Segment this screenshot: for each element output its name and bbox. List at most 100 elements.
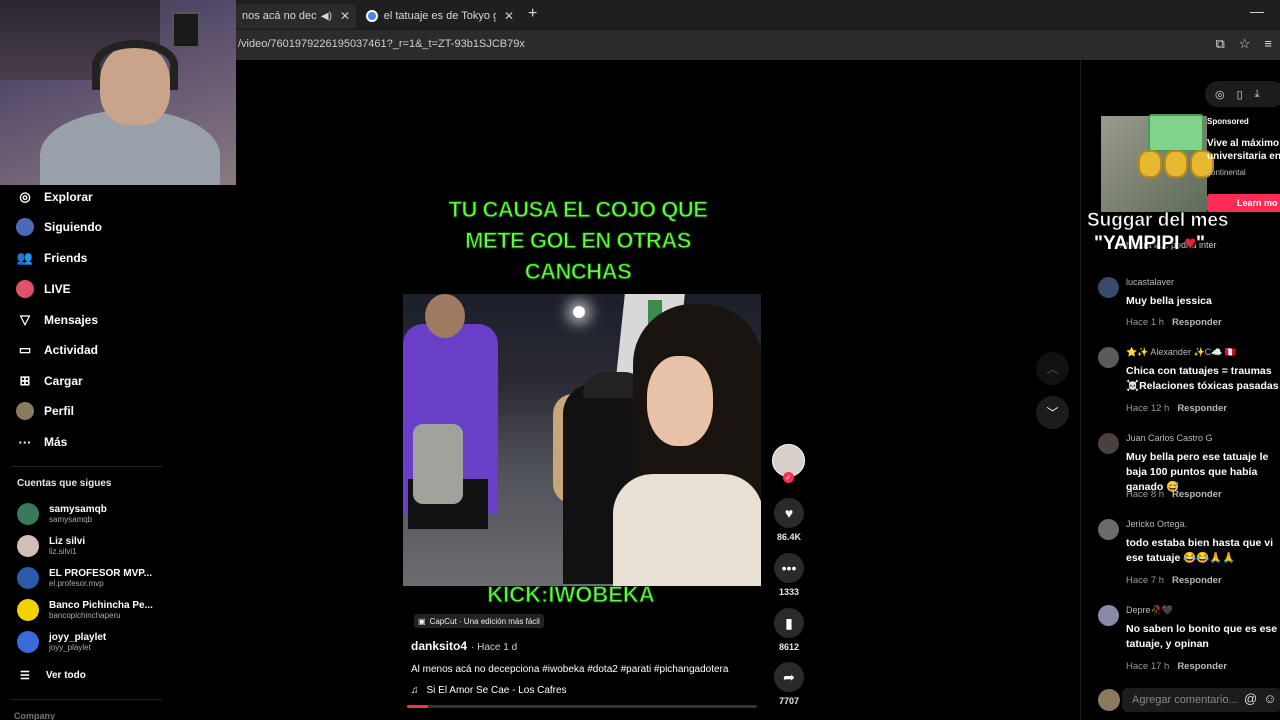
chevron-down-icon: ﹀: [1046, 406, 1059, 420]
like-action[interactable]: ♥ 86.4K: [772, 498, 806, 542]
account-handle: samysamqb: [49, 515, 93, 524]
profile-icon: [16, 402, 34, 420]
company-link[interactable]: Company: [14, 711, 55, 720]
music-title: Si El Amor Se Cae - Los Cafres: [426, 685, 567, 696]
comment-username[interactable]: lucastalaver: [1126, 277, 1174, 287]
nav-perfil[interactable]: Perfil: [16, 402, 74, 420]
nav-cargar[interactable]: ⊞ Cargar: [16, 372, 83, 390]
install-icon[interactable]: ⧉: [1215, 36, 1224, 52]
left-sidebar: ◎ Explorar Siguiendo 👥 Friends LIVE ▽ Me…: [0, 185, 170, 720]
following-account[interactable]: EL PROFESOR MVP... el.profesor.mvp: [17, 567, 152, 589]
nav-actividad[interactable]: ▭ Actividad: [16, 341, 98, 359]
emoji-icon[interactable]: ☺: [1263, 691, 1276, 706]
nav-mensajes[interactable]: ▽ Mensajes: [16, 311, 98, 329]
comment-username[interactable]: Juan Carlos Castro G: [1126, 433, 1213, 443]
coins-icon: [1138, 150, 1218, 180]
nav-live[interactable]: LIVE: [16, 280, 71, 298]
music-link[interactable]: ♫ Si El Amor Se Cae - Los Cafres: [411, 685, 567, 696]
video-description: Al menos acá no decepciona #iwobeka #dot…: [411, 664, 729, 675]
avatar[interactable]: [1098, 519, 1119, 540]
avatar[interactable]: [1098, 433, 1119, 454]
comment-username[interactable]: Depre🥀🖤: [1126, 605, 1173, 616]
extensions-icon[interactable]: ≡: [1264, 36, 1272, 52]
reply-button[interactable]: Responder: [1172, 317, 1222, 328]
avatar: [17, 631, 39, 653]
following-account[interactable]: Liz silvi liz.silvi1: [17, 535, 85, 557]
avatar[interactable]: [1098, 605, 1119, 626]
nav-friends[interactable]: 👥 Friends: [16, 249, 87, 267]
url-field[interactable]: /video/7601979226195037461?_r=1&_t=ZT-93…: [238, 38, 525, 50]
nav-label: Más: [44, 435, 68, 449]
capcut-icon: ▣: [418, 616, 426, 626]
new-tab-button[interactable]: +: [528, 5, 537, 23]
comment-item: ⭐✨ Alexander ✨C☁️ 🇵🇪 Chica con tatuajes …: [1098, 347, 1280, 422]
comment-text: Chica con tatuajes = traumas ☠️Relacione…: [1126, 365, 1279, 392]
comment-count: 1333: [778, 587, 800, 597]
download-icon[interactable]: ⤓: [1255, 88, 1260, 101]
tab-inactive[interactable]: el tatuaje es de Tokyo ghoul ar ✕: [360, 4, 520, 28]
ad-title: Vive al máximo universitaria en: [1207, 138, 1280, 162]
share-arrow-icon[interactable]: ➦: [774, 662, 804, 692]
compass-icon[interactable]: ◎: [1215, 88, 1225, 101]
heart-icon[interactable]: ♥: [774, 498, 804, 528]
bookmark-star-icon[interactable]: ☆: [1239, 36, 1251, 52]
divider: [12, 699, 162, 700]
comment-icon[interactable]: •••: [774, 553, 804, 583]
tab-label: el tatuaje es de Tokyo ghoul ar: [383, 10, 496, 22]
comment-text: Muy bella jessica: [1126, 295, 1212, 307]
comment-username[interactable]: ⭐✨ Alexander ✨C☁️ 🇵🇪: [1126, 347, 1236, 358]
account-name: samysamqb: [49, 504, 107, 515]
more-icon: ···: [18, 434, 32, 450]
previous-video-button[interactable]: ︿: [1036, 352, 1069, 385]
tab-active[interactable]: nos acá no decepcion ◀) ✕: [236, 4, 356, 28]
close-tab-icon[interactable]: ✕: [340, 9, 350, 23]
next-video-button[interactable]: ﹀: [1036, 396, 1069, 429]
reply-button[interactable]: Responder: [1172, 489, 1222, 500]
video-progress-bar[interactable]: [407, 705, 757, 708]
list-icon: ☰: [20, 670, 30, 682]
towel: [413, 424, 463, 504]
nav-explorar[interactable]: ◎ Explorar: [16, 188, 93, 206]
upload-icon: ⊞: [19, 373, 31, 388]
poster: [172, 12, 200, 48]
avatar: [17, 599, 39, 621]
close-tab-icon[interactable]: ✕: [504, 9, 514, 23]
stadium-light: [573, 306, 585, 318]
nav-label: Actividad: [44, 343, 99, 357]
comment-username[interactable]: Jericko Ortega.: [1126, 519, 1187, 529]
nav-siguiendo[interactable]: Siguiendo: [16, 218, 102, 236]
speaker-icon[interactable]: ◀): [321, 11, 332, 22]
account-handle: bancopichinchaperu: [49, 611, 121, 620]
save-action[interactable]: ▮ 8612: [772, 608, 806, 652]
avatar[interactable]: [1098, 347, 1119, 368]
phone-icon[interactable]: ▯: [1237, 88, 1243, 101]
nav-mas[interactable]: ··· Más: [16, 433, 68, 451]
live-icon: [16, 280, 34, 298]
minimize-button[interactable]: —: [1250, 3, 1264, 19]
nav-label: Mensajes: [44, 313, 99, 327]
avatar[interactable]: [1098, 277, 1119, 298]
reply-button[interactable]: Responder: [1177, 661, 1227, 672]
video-author[interactable]: danksito4 · Hace 1 d: [411, 639, 517, 653]
comment-time: Hace 7 h: [1126, 575, 1165, 586]
comment-item: Depre🥀🖤 No saben lo bonito que es ese ta…: [1098, 605, 1280, 680]
mention-icon[interactable]: @: [1244, 691, 1257, 706]
video-player[interactable]: [403, 294, 761, 586]
money-icon: [1148, 114, 1204, 152]
share-action[interactable]: ➦ 7707: [772, 662, 806, 706]
reply-button[interactable]: Responder: [1177, 403, 1227, 414]
following-account[interactable]: samysamqb samysamqb: [17, 503, 107, 525]
comment-action[interactable]: ••• 1333: [772, 553, 806, 597]
see-all-button[interactable]: ☰ Ver todo: [20, 669, 86, 682]
following-account[interactable]: joyy_playlet joyy_playlet: [17, 631, 106, 653]
nav-label: Explorar: [44, 190, 93, 204]
following-section-title: Cuentas que sigues: [17, 478, 112, 489]
account-handle: joyy_playlet: [49, 643, 91, 652]
bookmark-icon[interactable]: ▮: [774, 608, 804, 638]
follow-check-icon[interactable]: ✓: [783, 472, 794, 483]
capcut-badge[interactable]: ▣ CapCut · Una edición más fácil: [414, 614, 544, 628]
comment-time: Hace 17 h: [1126, 661, 1170, 672]
following-account[interactable]: Banco Pichincha Pe... bancopichinchaperu: [17, 599, 153, 621]
reply-button[interactable]: Responder: [1172, 575, 1222, 586]
like-count: 86.4K: [776, 532, 802, 542]
